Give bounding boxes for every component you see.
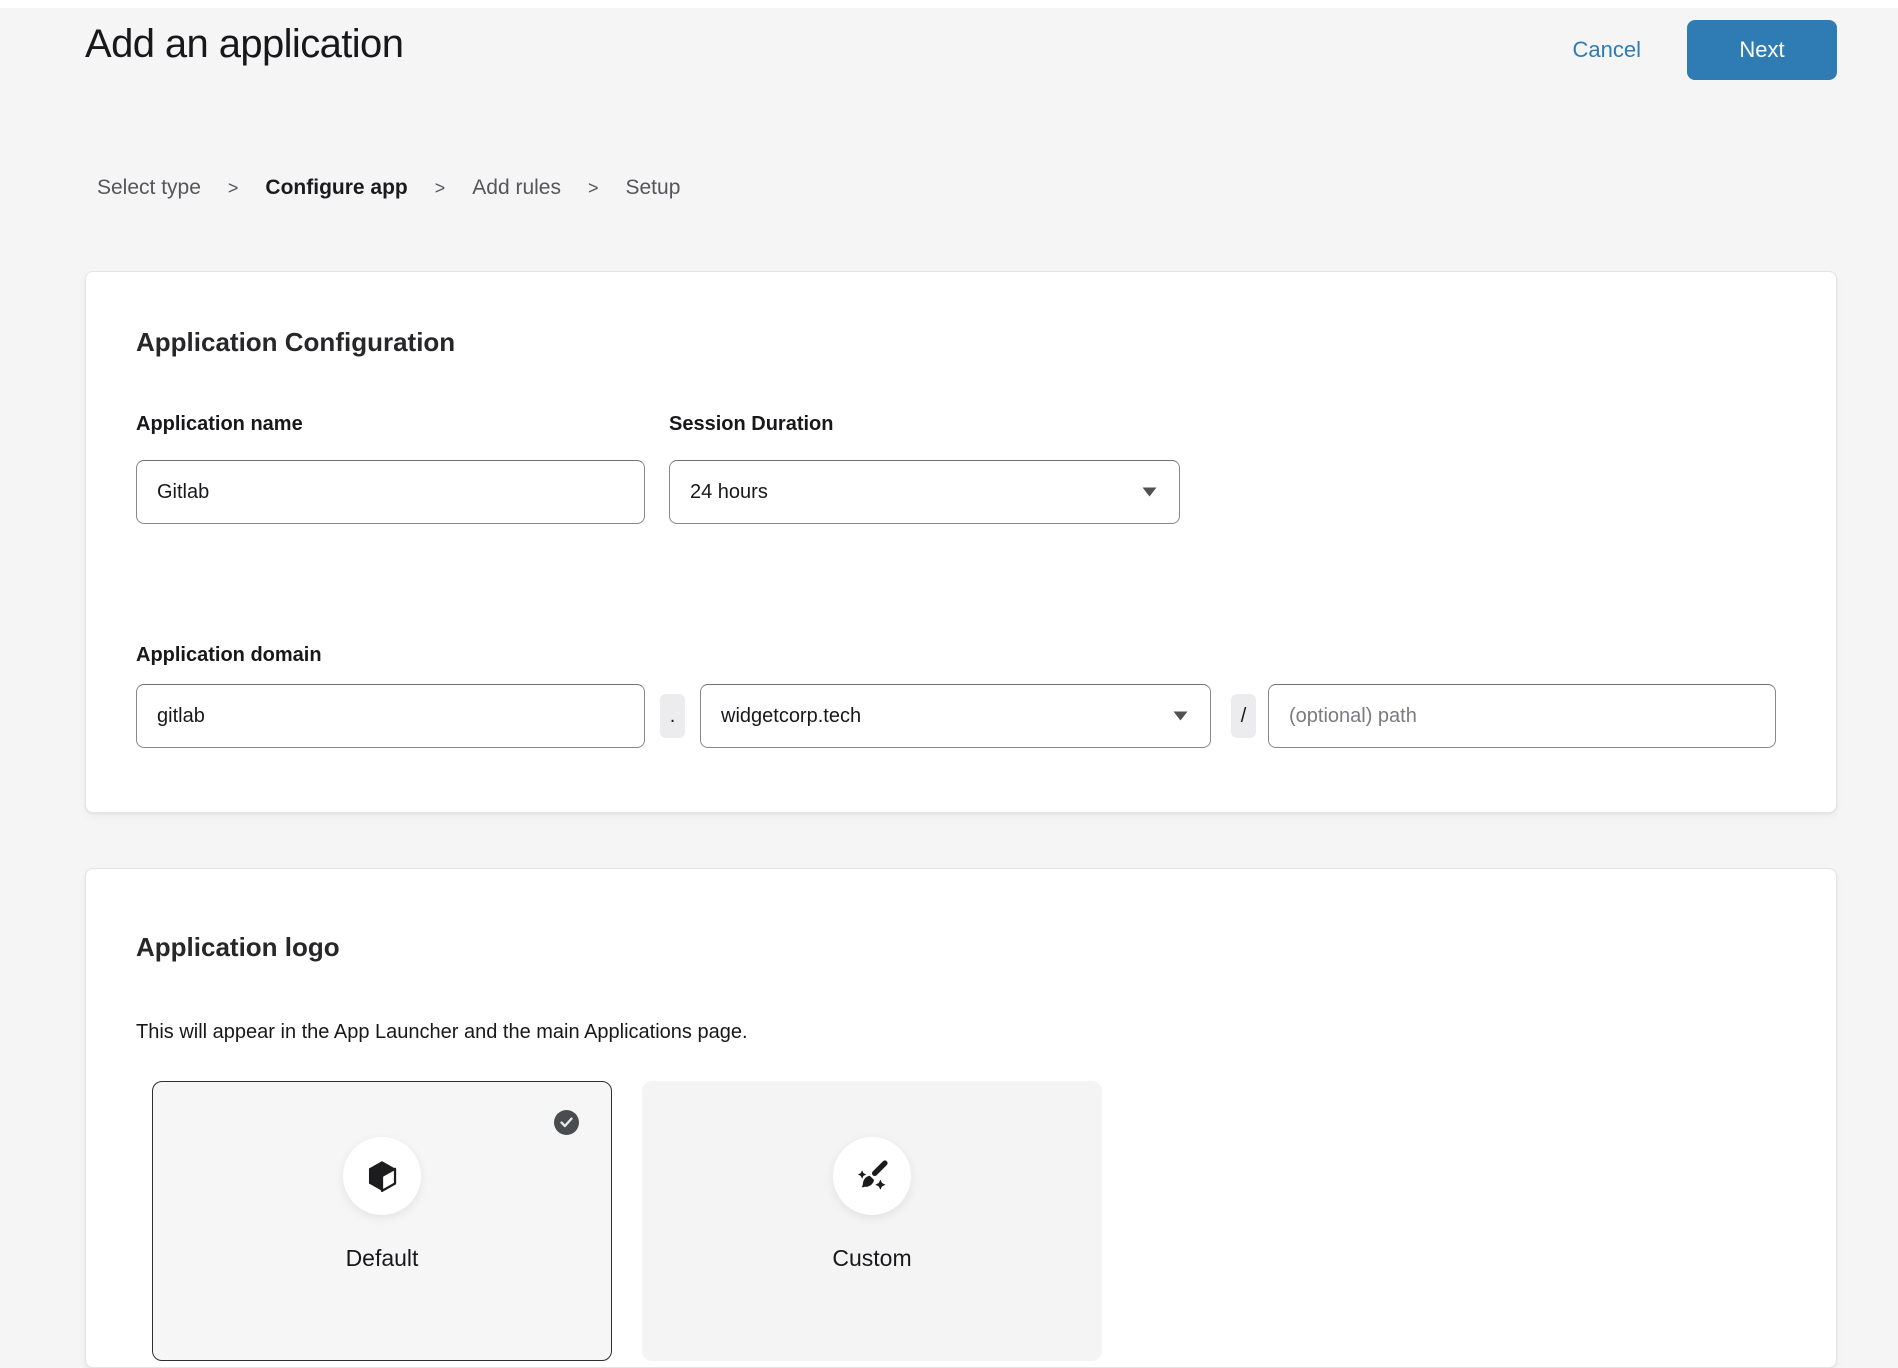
domain-select[interactable]: widgetcorp.tech [700,684,1211,748]
logo-option-label: Custom [642,1245,1102,1272]
slash-separator: / [1231,694,1256,738]
application-domain-row: . widgetcorp.tech / [136,684,1786,748]
session-duration-select[interactable]: 24 hours [669,460,1180,524]
logo-option-tiles: Default Custom [152,1081,1786,1361]
page-container: Add an application Cancel Next Select ty… [85,8,1837,1368]
check-icon [560,1117,573,1128]
application-name-field: Application name [136,413,645,524]
name-session-row: Application name Session Duration 24 hou… [136,413,1786,524]
cube-icon [365,1159,399,1193]
domain-select-value: widgetcorp.tech [721,705,861,728]
application-name-input[interactable] [136,460,645,524]
breadcrumb-separator: > [588,178,599,199]
session-duration-value: 24 hours [690,481,768,504]
dot-separator: . [660,694,685,738]
logo-option-custom[interactable]: Custom [642,1081,1102,1361]
chevron-down-icon [1142,487,1157,497]
application-logo-heading: Application logo [136,931,1786,963]
session-duration-label: Session Duration [669,413,1180,435]
breadcrumb-step-configure-app[interactable]: Configure app [265,176,407,200]
breadcrumb-separator: > [228,178,239,199]
paintbrush-icon [854,1158,890,1194]
subdomain-input[interactable] [136,684,645,748]
application-logo-description: This will appear in the App Launcher and… [136,1020,1786,1044]
application-configuration-card: Application Configuration Application na… [85,271,1837,813]
application-domain-field: Application domain . widgetcorp.tech / [136,644,1786,748]
application-logo-card: Application logo This will appear in the… [85,868,1837,1368]
custom-logo-circle [833,1137,911,1215]
breadcrumb: Select type > Configure app > Add rules … [97,176,1837,200]
breadcrumb-step-add-rules[interactable]: Add rules [472,176,561,200]
path-input[interactable] [1268,684,1776,748]
next-button[interactable]: Next [1687,20,1837,80]
application-configuration-heading: Application Configuration [136,326,1786,358]
breadcrumb-separator: > [435,178,446,199]
application-name-label: Application name [136,413,645,435]
logo-option-label: Default [153,1245,611,1272]
logo-option-default[interactable]: Default [152,1081,612,1361]
page-header: Add an application Cancel Next [85,8,1837,80]
breadcrumb-step-setup[interactable]: Setup [626,176,681,200]
chevron-down-icon [1173,711,1188,721]
session-duration-field: Session Duration 24 hours [669,413,1180,524]
selected-check-badge [554,1110,579,1135]
breadcrumb-step-select-type[interactable]: Select type [97,176,201,200]
top-strip [0,0,1898,8]
cancel-button[interactable]: Cancel [1573,37,1641,63]
application-domain-label: Application domain [136,644,1786,666]
page-title: Add an application [85,15,403,73]
default-logo-circle [343,1137,421,1215]
header-actions: Cancel Next [1573,20,1837,80]
